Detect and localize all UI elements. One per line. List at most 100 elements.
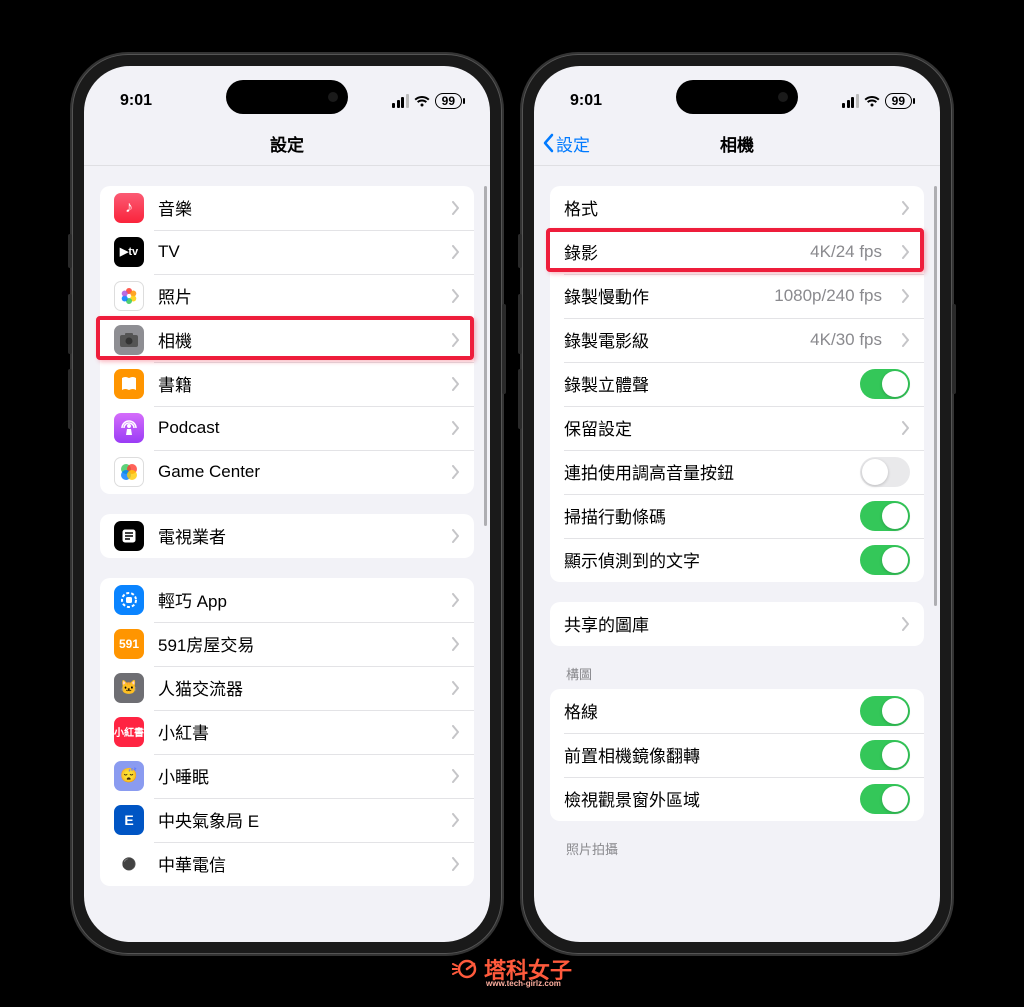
tvprovider-icon (114, 521, 144, 551)
row-label: 小紅書 (158, 719, 432, 744)
wifi-icon (414, 95, 430, 107)
cellular-icon (392, 94, 409, 108)
row-label: TV (158, 242, 432, 262)
settings-row-music[interactable]: ♪音樂 (100, 186, 474, 230)
phone-right: 9:01 99 設定 相機 格式錄影4K/24 fps錄製慢動作1080p/24… (522, 54, 952, 954)
toggle-switch[interactable] (860, 740, 910, 770)
toggle-switch[interactable] (860, 457, 910, 487)
row-label: 錄影 (564, 239, 796, 264)
xhs-icon: 小紅書 (114, 717, 144, 747)
side-button (518, 234, 522, 268)
row-label: Game Center (158, 462, 432, 482)
toggle-switch[interactable] (860, 784, 910, 814)
settings-row[interactable]: 格線 (550, 689, 924, 733)
toggle-switch[interactable] (860, 696, 910, 726)
settings-row-catapp[interactable]: 🐱人猫交流器 (100, 666, 474, 710)
settings-row[interactable]: 格式 (550, 186, 924, 230)
back-button[interactable]: 設定 (542, 131, 590, 156)
chevron-right-icon (452, 813, 460, 827)
settings-row[interactable]: 錄製慢動作1080p/240 fps (550, 274, 924, 318)
row-label: 書籍 (158, 371, 432, 396)
toggle-switch[interactable] (860, 501, 910, 531)
settings-row[interactable]: 連拍使用調高音量按鈕 (550, 450, 924, 494)
row-label: 顯示偵測到的文字 (564, 547, 846, 572)
toggle-switch[interactable] (860, 545, 910, 575)
page-title: 相機 (720, 131, 754, 156)
side-button (518, 294, 522, 354)
chevron-right-icon (902, 421, 910, 435)
settings-group: 格線前置相機鏡像翻轉檢視觀景窗外區域 (550, 689, 924, 821)
settings-row[interactable]: 錄影4K/24 fps (550, 230, 924, 274)
podcast-icon (114, 413, 144, 443)
photos-icon (114, 281, 144, 311)
chevron-right-icon (452, 377, 460, 391)
settings-row[interactable]: 共享的圖庫 (550, 602, 924, 646)
books-icon (114, 369, 144, 399)
settings-row[interactable]: 前置相機鏡像翻轉 (550, 733, 924, 777)
row-label: 掃描行動條碼 (564, 503, 846, 528)
row-label: 中華電信 (158, 851, 432, 876)
row-label: 591房屋交易 (158, 631, 432, 656)
settings-row-books[interactable]: 書籍 (100, 362, 474, 406)
row-label: 格線 (564, 698, 846, 723)
settings-group: 格式錄影4K/24 fps錄製慢動作1080p/240 fps錄製電影級4K/3… (550, 186, 924, 582)
settings-group: 電視業者 (100, 514, 474, 558)
gamecenter-icon (114, 457, 144, 487)
row-label: 共享的圖庫 (564, 611, 882, 636)
watermark-url: www.tech-girlz.com (486, 979, 561, 988)
settings-row-xhs[interactable]: 小紅書小紅書 (100, 710, 474, 754)
scroll-indicator[interactable] (934, 186, 937, 606)
chevron-right-icon (452, 857, 460, 871)
scroll-indicator[interactable] (484, 186, 487, 526)
settings-row[interactable]: 檢視觀景窗外區域 (550, 777, 924, 821)
chevron-right-icon (452, 245, 460, 259)
settings-row-sleep[interactable]: 😴小睡眠 (100, 754, 474, 798)
settings-row-tvprovider[interactable]: 電視業者 (100, 514, 474, 558)
settings-row[interactable]: 顯示偵測到的文字 (550, 538, 924, 582)
cwb-icon: E (114, 805, 144, 835)
settings-row-gamecenter[interactable]: Game Center (100, 450, 474, 494)
settings-row-podcast[interactable]: Podcast (100, 406, 474, 450)
app591-icon: 591 (114, 629, 144, 659)
settings-row[interactable]: 錄製電影級4K/30 fps (550, 318, 924, 362)
settings-row[interactable]: 保留設定 (550, 406, 924, 450)
chevron-right-icon (452, 593, 460, 607)
row-label: 錄製慢動作 (564, 283, 760, 308)
settings-row[interactable]: 掃描行動條碼 (550, 494, 924, 538)
camera-icon (114, 325, 144, 355)
chevron-right-icon (452, 681, 460, 695)
chevron-right-icon (452, 725, 460, 739)
settings-row-cht[interactable]: ⚫ 中華電信 (100, 842, 474, 886)
watermark-icon (452, 956, 478, 982)
settings-row-photos[interactable]: 照片 (100, 274, 474, 318)
settings-group: 共享的圖庫 (550, 602, 924, 646)
chevron-right-icon (902, 201, 910, 215)
row-label: Podcast (158, 418, 432, 438)
chevron-right-icon (902, 617, 910, 631)
settings-row-appclips[interactable]: 輕巧 App (100, 578, 474, 622)
side-button (502, 304, 506, 394)
settings-row-camera[interactable]: 相機 (100, 318, 474, 362)
settings-row-tv[interactable]: ▶tvTV (100, 230, 474, 274)
settings-row-cwb[interactable]: E中央氣象局 E (100, 798, 474, 842)
settings-row-app591[interactable]: 591 591房屋交易 (100, 622, 474, 666)
cht-icon: ⚫ (114, 849, 144, 879)
row-label: 前置相機鏡像翻轉 (564, 742, 846, 767)
side-button (518, 369, 522, 429)
battery-indicator: 99 (885, 93, 912, 109)
row-label: 格式 (564, 195, 882, 220)
chevron-right-icon (452, 421, 460, 435)
row-label: 錄製立體聲 (564, 371, 846, 396)
toggle-switch[interactable] (860, 369, 910, 399)
settings-row[interactable]: 錄製立體聲 (550, 362, 924, 406)
appclips-icon (114, 585, 144, 615)
dynamic-island (226, 80, 348, 114)
music-icon: ♪ (114, 193, 144, 223)
chevron-right-icon (452, 465, 460, 479)
dynamic-island (676, 80, 798, 114)
chevron-right-icon (452, 333, 460, 347)
watermark: 塔科女子 www.tech-girlz.com (452, 953, 572, 985)
row-label: 連拍使用調高音量按鈕 (564, 459, 846, 484)
catapp-icon: 🐱 (114, 673, 144, 703)
row-label: 相機 (158, 327, 432, 352)
